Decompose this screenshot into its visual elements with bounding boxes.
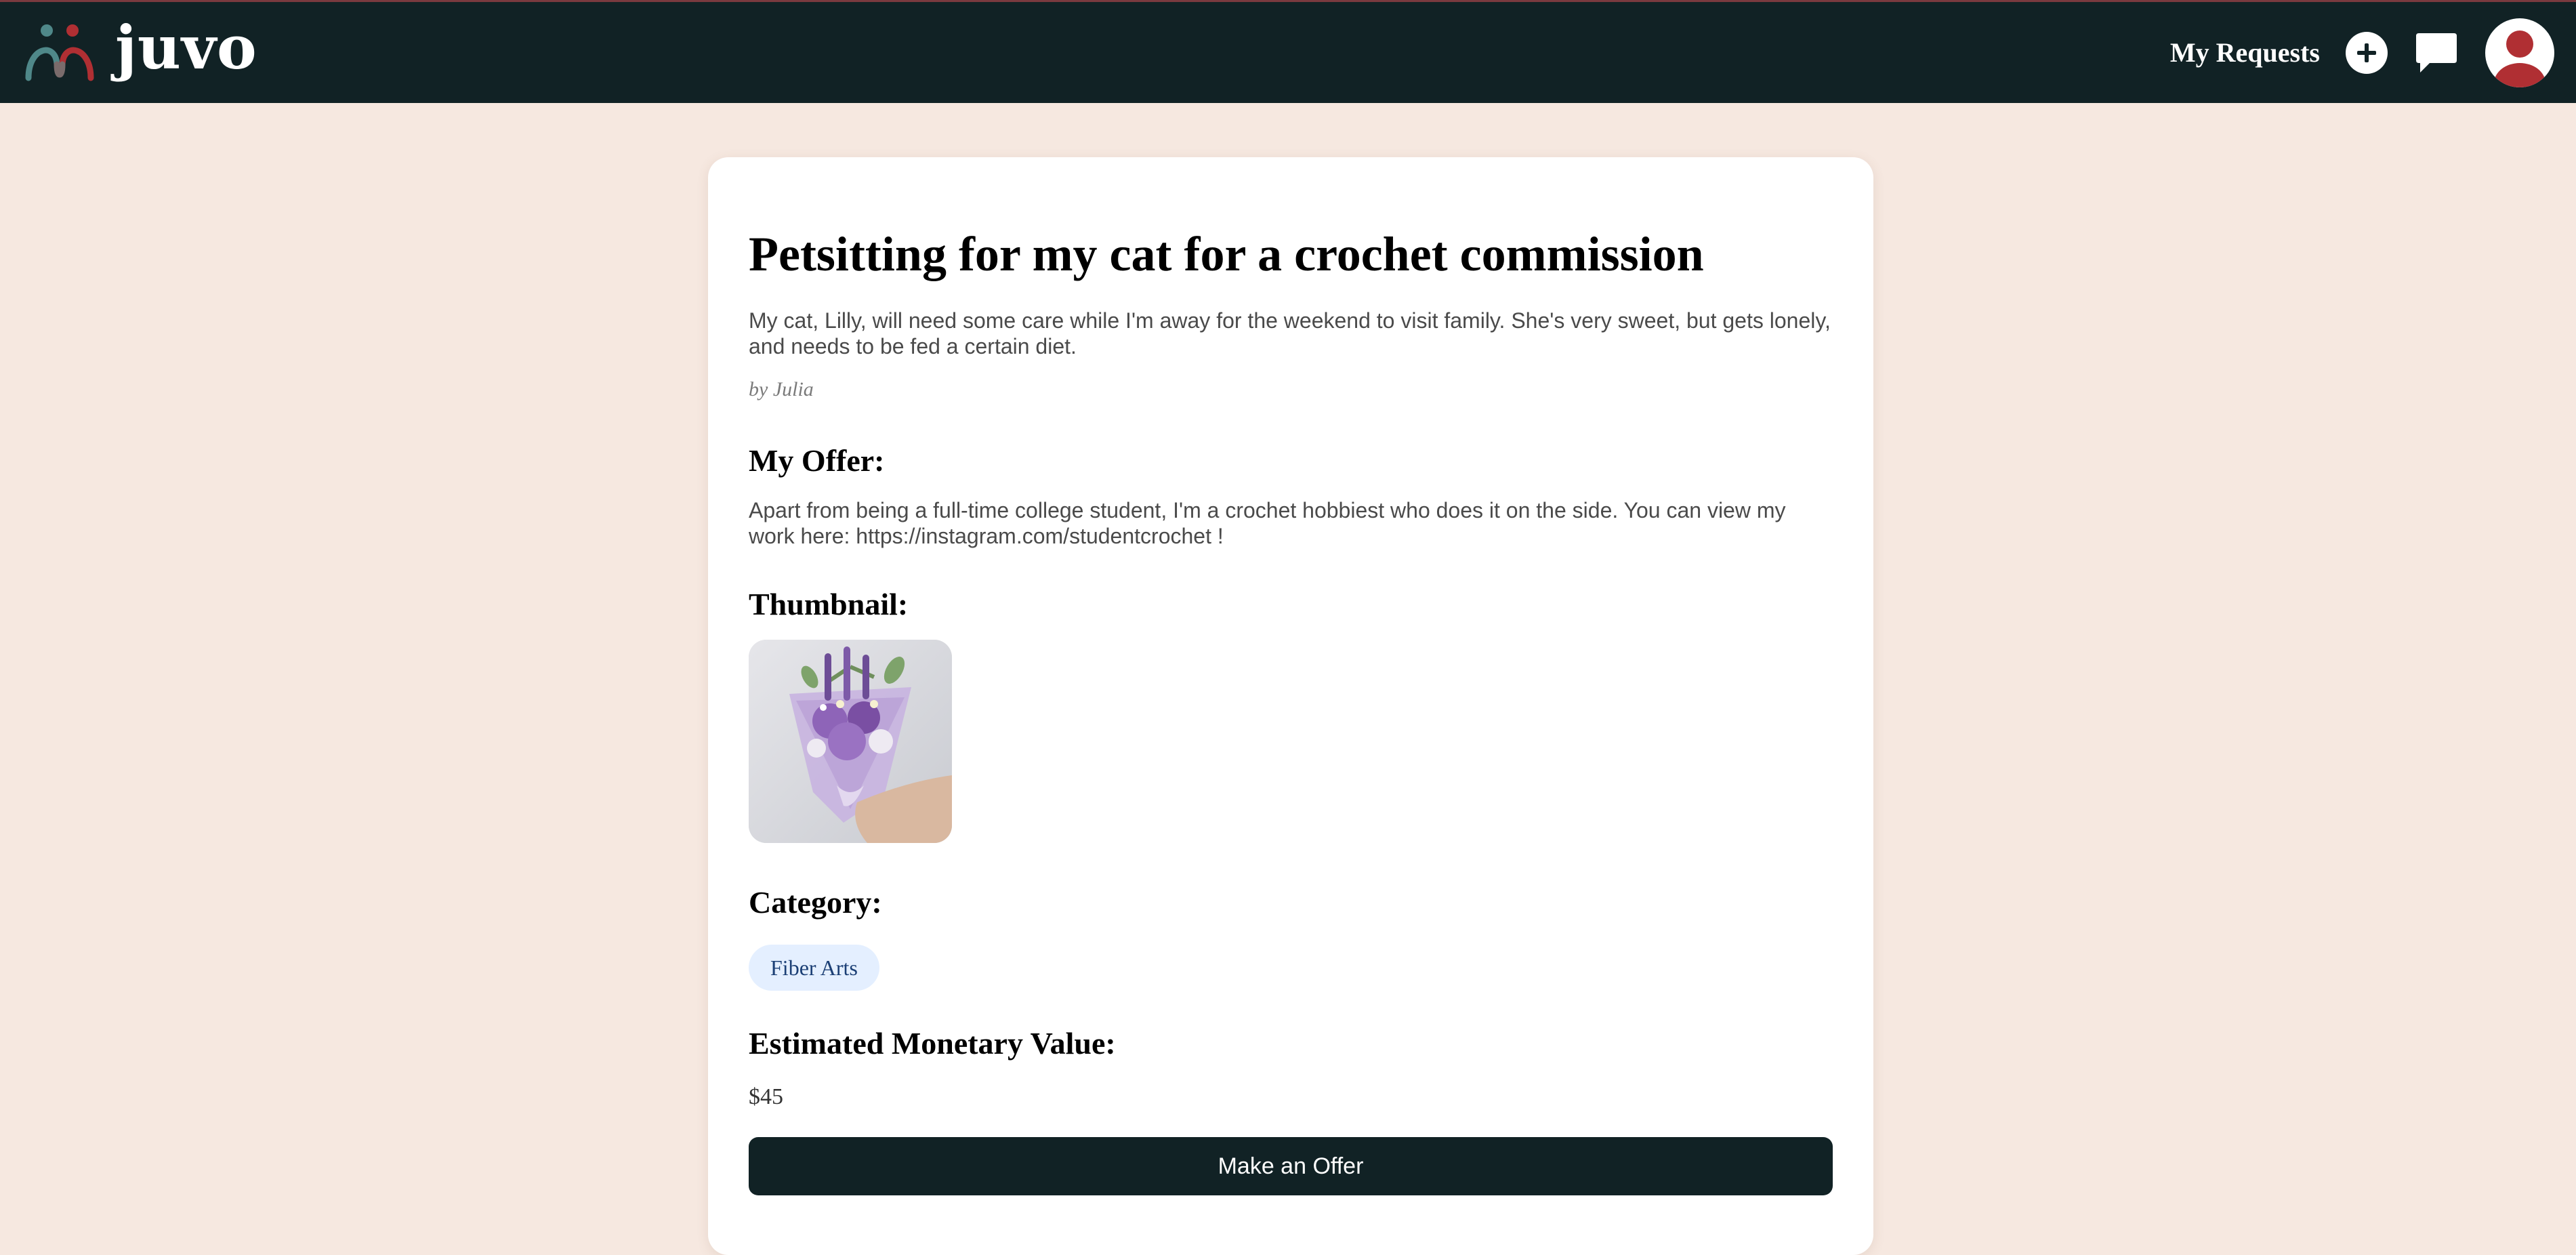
app-name: juvo [115,12,257,83]
request-title: Petsitting for my cat for a crochet comm… [749,227,1704,281]
thumbnail-heading: Thumbnail: [749,587,909,621]
top-navbar: juvo My Requests [0,0,2576,103]
request-description: My cat, Lilly, will need some care while… [749,308,1831,358]
plus-icon [2357,43,2376,62]
make-offer-button[interactable]: Make an Offer [749,1137,1833,1195]
chat-bubble-icon[interactable] [2413,30,2459,75]
value-heading: Estimated Monetary Value: [749,1026,1116,1061]
request-author: by Julia [749,378,814,400]
crochet-bouquet-image [749,640,952,843]
user-avatar[interactable] [2485,18,2554,87]
monetary-value: $45 [749,1084,783,1109]
category-heading: Category: [749,885,882,920]
header-actions: My Requests [2170,2,2554,103]
user-avatar-icon [2494,30,2546,87]
category-chip[interactable]: Fiber Arts [749,945,879,991]
offer-text: Apart from being a full-time college stu… [749,498,1786,548]
thumbnail-image [749,640,952,843]
my-requests-link[interactable]: My Requests [2170,37,2320,68]
offer-heading: My Offer: [749,443,885,478]
create-request-button[interactable] [2346,31,2388,74]
people-logo-icon [25,24,94,81]
app-logo[interactable]: juvo [24,12,257,83]
request-detail-card: Petsitting for my cat for a crochet comm… [708,157,1873,1255]
